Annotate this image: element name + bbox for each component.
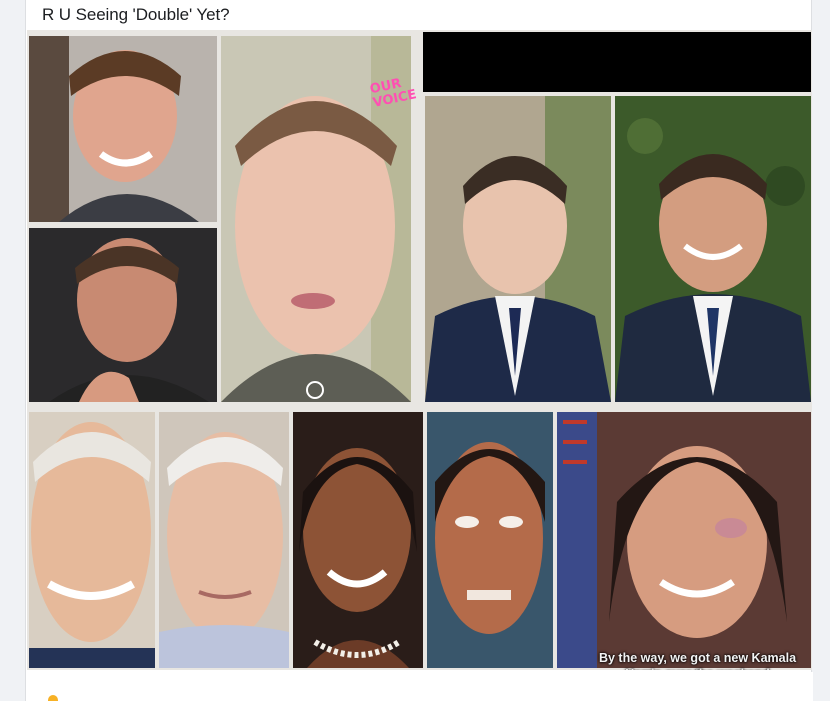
photo-tile [557,412,811,668]
photo-tile [29,228,217,402]
post-image[interactable]: OUR VOICE By the way, we got a new Kamal… [27,30,812,670]
photo-tile [293,412,423,668]
black-bar [423,32,811,92]
reaction-icon[interactable] [48,695,58,701]
post-card: R U Seeing 'Double' Yet? OUR VOICE By th… [25,0,813,701]
photo-tile [427,412,553,668]
post-title: R U Seeing 'Double' Yet? [42,5,230,24]
photo-tile [615,96,811,402]
photo-tile [425,96,611,402]
photo-tile [159,412,289,668]
post-footer [26,672,813,701]
photo-tile [29,36,217,222]
image-caption: By the way, we got a new Kamala Harris o… [598,651,797,670]
photo-tile [29,412,155,668]
